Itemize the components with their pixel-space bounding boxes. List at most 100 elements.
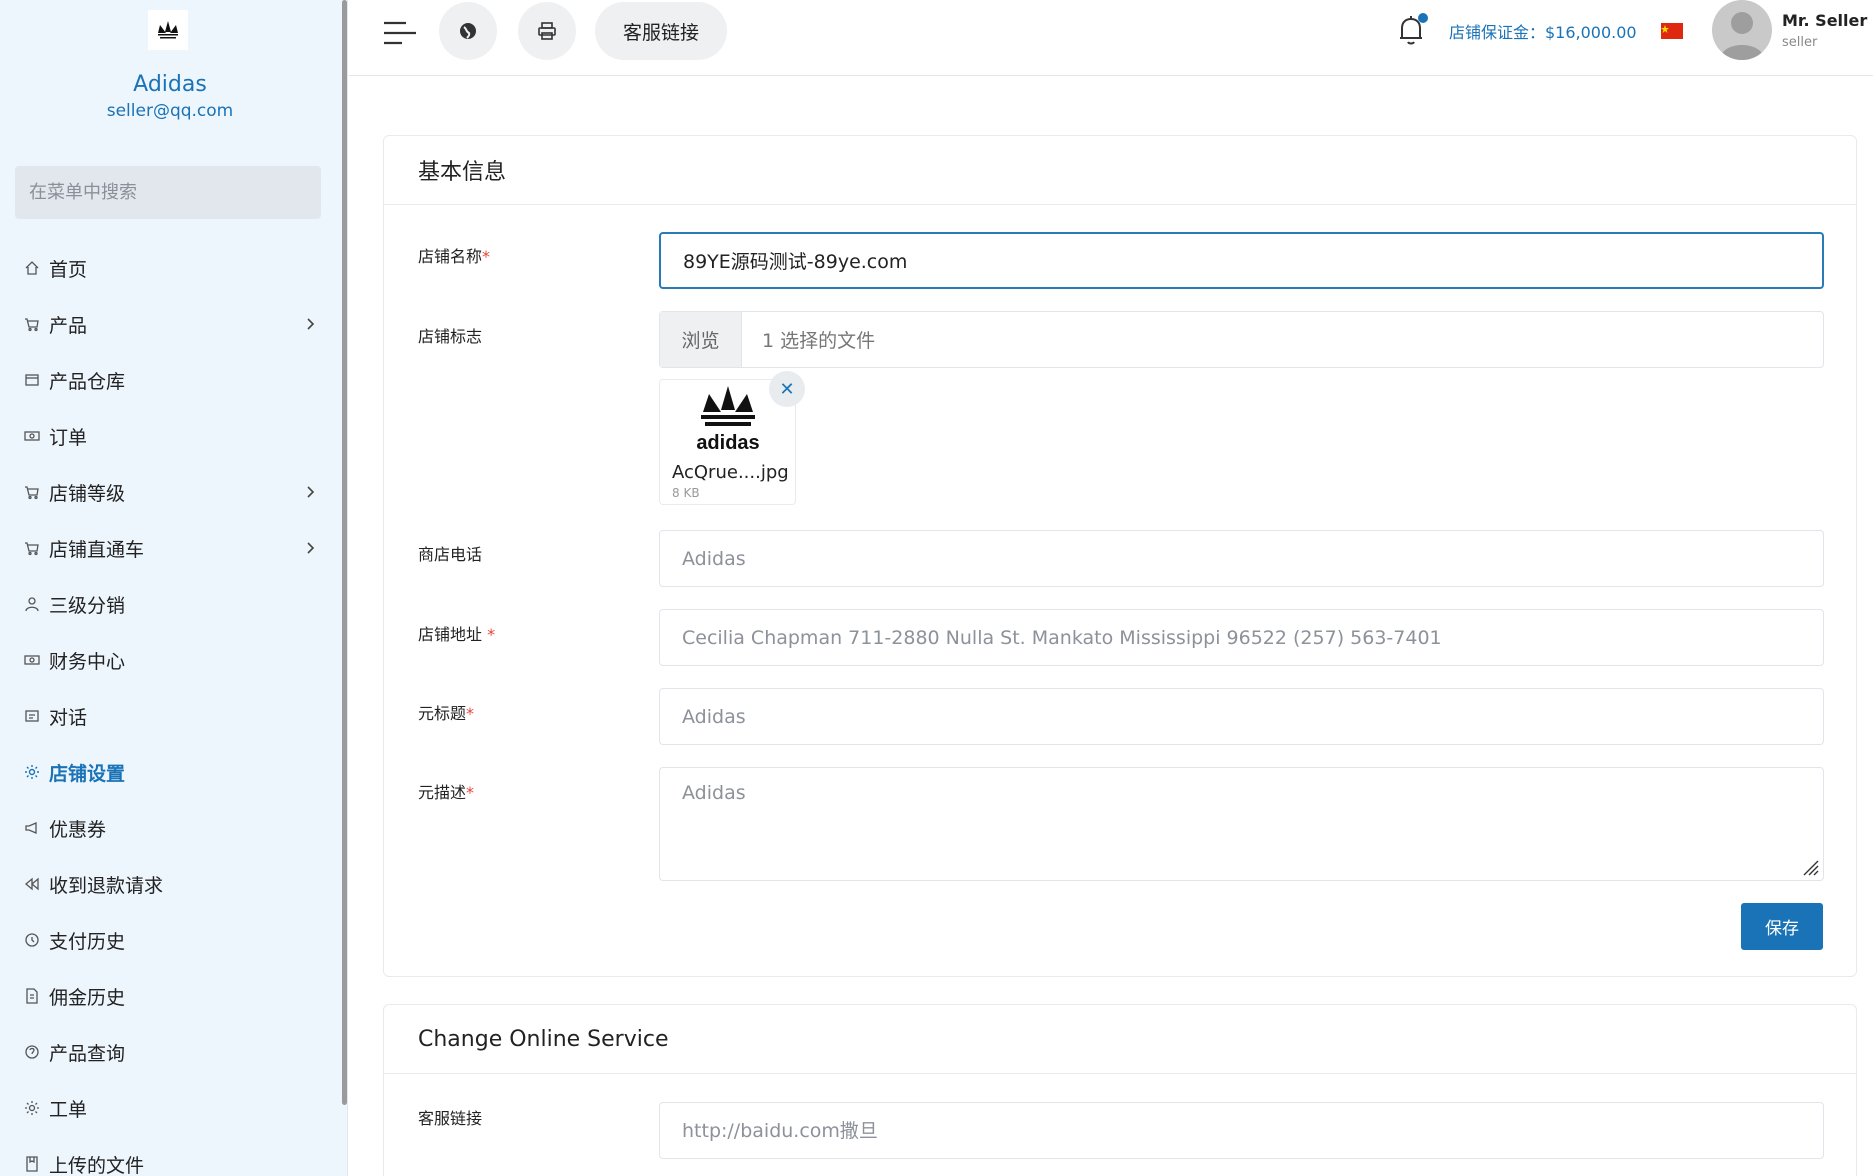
meta-title-input[interactable] xyxy=(659,688,1824,745)
service-link-label: 客服链接 xyxy=(418,1109,483,1128)
shop-deposit: 店铺保证金：$16,000.00 xyxy=(1449,23,1637,42)
print-button[interactable] xyxy=(518,2,576,60)
thumbnail-file-size: 8 KB xyxy=(672,486,700,500)
shop-phone-input[interactable] xyxy=(659,530,1824,587)
user-icon xyxy=(24,596,40,612)
chevron-right-icon xyxy=(307,318,315,330)
logo-file-picker[interactable]: 浏览 1 选择的文件 xyxy=(659,311,1824,368)
sidebar-item-label: 产品 xyxy=(49,314,88,337)
sidebar-item-products[interactable]: 产品 xyxy=(0,296,330,352)
sidebar-item-finance[interactable]: 财务中心 xyxy=(0,632,330,688)
remove-file-button[interactable]: ✕ xyxy=(769,371,805,407)
browse-button[interactable]: 浏览 xyxy=(660,312,742,367)
china-flag-icon[interactable] xyxy=(1661,23,1683,39)
sidebar-item-chat[interactable]: 对话 xyxy=(0,688,330,744)
shop-name-label: 店铺名称* xyxy=(418,247,491,266)
resize-handle-icon[interactable] xyxy=(1800,857,1820,877)
sidebar-menu: 首页 产品 产品仓库 订单 店铺等级 店铺直通车 三级分销 财务中心 对话 店铺… xyxy=(0,240,330,1176)
save-button[interactable]: 保存 xyxy=(1741,903,1823,950)
shop-logo-label: 店铺标志 xyxy=(418,327,483,346)
cart-icon xyxy=(24,540,40,556)
sidebar-item-label: 店铺直通车 xyxy=(49,538,145,561)
adidas-logo-icon xyxy=(158,21,178,39)
online-service-card: Change Online Service 客服链接 xyxy=(383,1004,1857,1176)
gear-icon xyxy=(24,1100,40,1116)
basic-info-title: 基本信息 xyxy=(384,136,1856,205)
gear-icon xyxy=(24,764,40,780)
brand-logo xyxy=(148,10,188,50)
shop-address-label: 店铺地址 * xyxy=(418,625,496,644)
sidebar-item-label: 产品查询 xyxy=(49,1042,126,1065)
sidebar-item-label: 产品仓库 xyxy=(49,370,126,393)
service-link-button[interactable]: 客服链接 xyxy=(595,2,727,60)
printer-icon xyxy=(538,22,556,40)
sidebar-item-shop-level[interactable]: 店铺等级 xyxy=(0,464,330,520)
sidebar-item-label: 优惠券 xyxy=(49,818,107,841)
close-icon: ✕ xyxy=(779,378,795,400)
user-name: Mr. Seller xyxy=(1782,11,1868,30)
sidebar-item-orders[interactable]: 订单 xyxy=(0,408,330,464)
sidebar-item-shop-express[interactable]: 店铺直通车 xyxy=(0,520,330,576)
svg-text:adidas: adidas xyxy=(696,432,759,454)
sidebar-item-label: 店铺等级 xyxy=(49,482,126,505)
sidebar-item-payment-history[interactable]: 支付历史 xyxy=(0,912,330,968)
sidebar-item-product-query[interactable]: 产品查询 xyxy=(0,1024,330,1080)
backward-icon xyxy=(24,876,40,892)
sidebar-item-refund-requests[interactable]: 收到退款请求 xyxy=(0,856,330,912)
shop-phone-label: 商店电话 xyxy=(418,545,483,564)
sidebar: Adidas seller@qq.com 首页 产品 产品仓库 订单 店铺等级 … xyxy=(0,0,348,1176)
brand-email: seller@qq.com xyxy=(106,101,234,121)
meta-description-wrap xyxy=(659,767,1824,881)
chat-icon xyxy=(24,708,40,724)
shop-name-input[interactable] xyxy=(659,232,1824,289)
megaphone-icon xyxy=(24,820,40,836)
adidas-logo-icon: adidas xyxy=(696,386,760,454)
file-icon xyxy=(24,988,40,1004)
meta-description-textarea[interactable] xyxy=(659,767,1824,881)
sidebar-item-warehouse[interactable]: 产品仓库 xyxy=(0,352,330,408)
file-status: 1 选择的文件 xyxy=(762,330,876,352)
sidebar-item-shop-settings[interactable]: 店铺设置 xyxy=(0,744,330,800)
sidebar-item-label: 佣金历史 xyxy=(49,986,126,1009)
notification-dot xyxy=(1418,13,1428,23)
folder-icon xyxy=(24,1156,40,1172)
sidebar-item-commission-history[interactable]: 佣金历史 xyxy=(0,968,330,1024)
sidebar-item-label: 首页 xyxy=(49,258,88,281)
basic-info-card: 基本信息 店铺名称* 店铺标志 浏览 1 选择的文件 adidas AcQrue… xyxy=(383,135,1857,977)
brand-name: Adidas xyxy=(133,72,207,97)
chevron-right-icon xyxy=(307,486,315,498)
shop-address-input[interactable] xyxy=(659,609,1824,666)
website-button[interactable] xyxy=(439,2,497,60)
logo-thumbnail: adidas AcQrue....jpg 8 KB ✕ xyxy=(659,371,805,505)
money-icon xyxy=(24,428,40,444)
menu-toggle-icon[interactable] xyxy=(382,18,418,48)
user-role: seller xyxy=(1782,35,1818,50)
sidebar-item-home[interactable]: 首页 xyxy=(0,240,330,296)
sidebar-item-label: 上传的文件 xyxy=(49,1154,145,1176)
online-service-title: Change Online Service xyxy=(384,1005,1856,1074)
history-icon xyxy=(24,932,40,948)
meta-description-label: 元描述* xyxy=(418,783,475,802)
sidebar-item-uploaded-files[interactable]: 上传的文件 xyxy=(0,1136,330,1176)
cart-icon xyxy=(24,484,40,500)
sidebar-item-label: 工单 xyxy=(49,1098,88,1121)
avatar[interactable] xyxy=(1712,0,1772,60)
sidebar-item-label: 支付历史 xyxy=(49,930,126,953)
sidebar-item-coupons[interactable]: 优惠券 xyxy=(0,800,330,856)
question-icon xyxy=(24,1044,40,1060)
sidebar-item-tickets[interactable]: 工单 xyxy=(0,1080,330,1136)
sidebar-item-label: 店铺设置 xyxy=(49,762,126,785)
menu-search-input[interactable] xyxy=(15,166,321,219)
globe-icon xyxy=(460,23,476,39)
home-icon xyxy=(24,260,40,276)
money-icon xyxy=(24,652,40,668)
sidebar-item-distribution[interactable]: 三级分销 xyxy=(0,576,330,632)
cart-icon xyxy=(24,316,40,332)
sidebar-scrollbar[interactable] xyxy=(342,0,347,1105)
service-link-input[interactable] xyxy=(659,1102,1824,1159)
top-header: 客服链接 店铺保证金：$16,000.00 Mr. Seller seller xyxy=(349,0,1873,76)
sidebar-item-label: 订单 xyxy=(49,426,88,449)
thumbnail-file-name: AcQrue....jpg xyxy=(672,462,789,483)
meta-title-label: 元标题* xyxy=(418,704,475,723)
sidebar-item-label: 三级分销 xyxy=(49,594,126,617)
